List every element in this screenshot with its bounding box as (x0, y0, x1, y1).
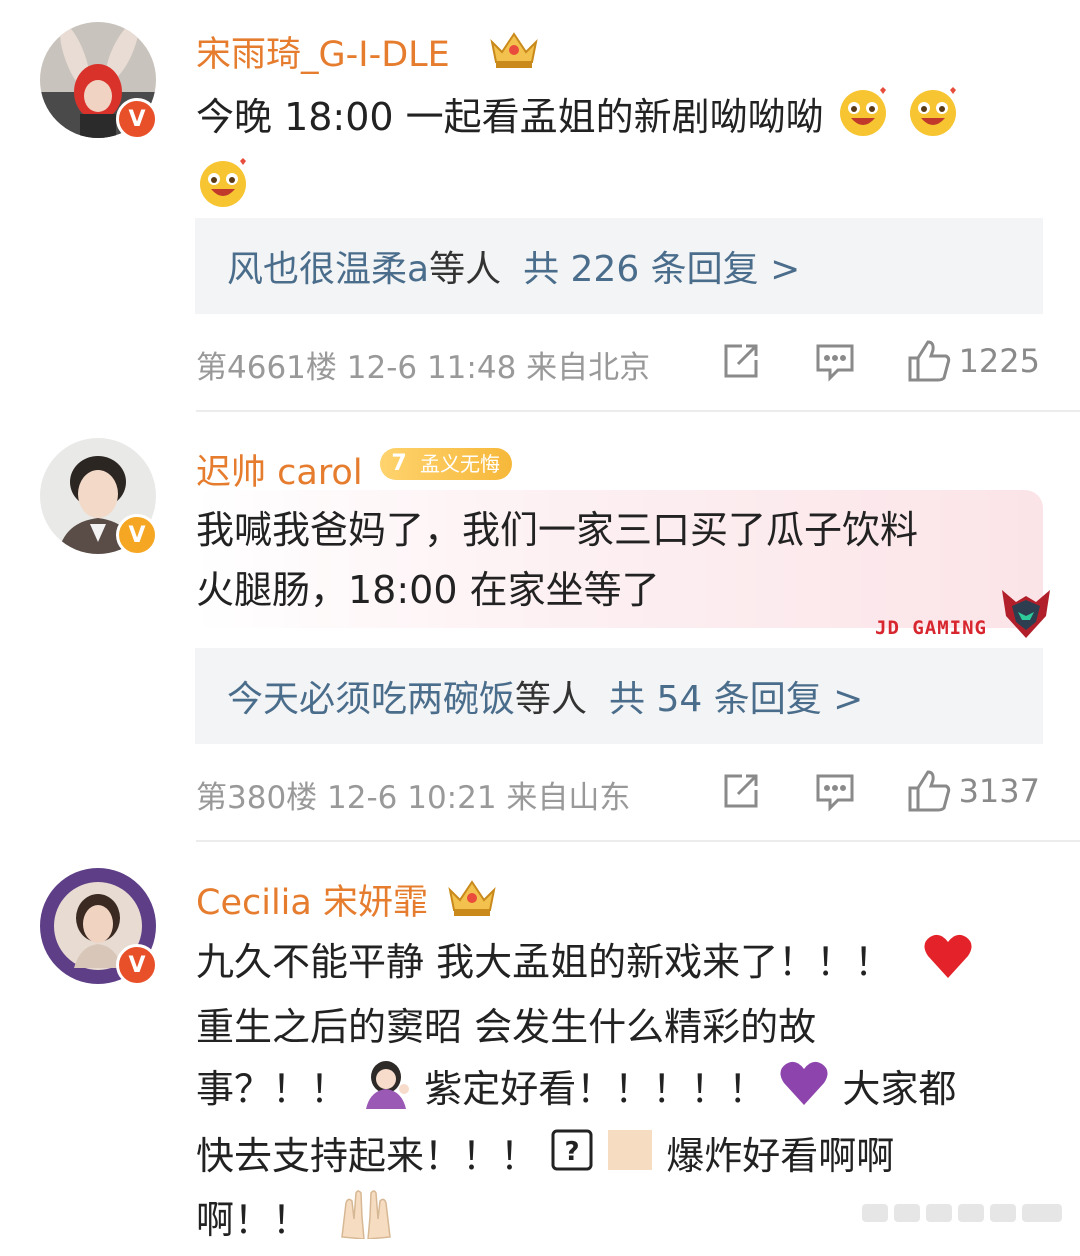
jd-gaming-logo-icon (996, 586, 1056, 646)
heart-eyes-emoji-icon (836, 84, 890, 155)
avatar[interactable]: V (40, 438, 158, 556)
username[interactable]: 宋雨琦_G-I-DLE (196, 26, 450, 77)
like-count: 3137 (958, 772, 1040, 810)
reply-summary[interactable]: 风也很温柔a等人共 226 条回复 > (195, 218, 1043, 314)
fan-tag-text: 孟义无悔 (420, 452, 500, 476)
verified-badge-icon: V (116, 944, 158, 986)
person-tipping-hand-emoji-icon (360, 1057, 412, 1126)
share-icon[interactable] (720, 340, 762, 386)
reply-count-link[interactable]: 共 226 条回复 > (523, 249, 800, 290)
comment-icon[interactable] (814, 340, 856, 386)
comment-icon[interactable] (814, 770, 856, 816)
svg-text:?: ? (565, 1137, 580, 1167)
divider (196, 410, 1080, 412)
floor-time-location: 第380楼 12-6 10:21 来自山东 (196, 780, 631, 816)
divider (196, 840, 1080, 842)
avatar[interactable]: V (40, 868, 158, 986)
floor-time-location: 第4661楼 12-6 11:48 来自北京 (196, 350, 651, 386)
heart-eyes-emoji-icon (196, 155, 250, 226)
avatar[interactable]: V (40, 22, 158, 140)
username[interactable]: 迟帅 carol (196, 444, 363, 495)
comment-meta: 第380楼 12-6 10:21 来自山东 3137 (196, 768, 1042, 818)
unknown-char-icon: ? (550, 1128, 594, 1189)
crown-badge-icon (486, 28, 542, 74)
fan-tag: 7 孟义无悔 (380, 448, 512, 480)
like-icon[interactable] (906, 768, 952, 818)
jd-gaming-watermark: JD GAMING (875, 617, 987, 639)
share-icon[interactable] (720, 770, 762, 816)
username[interactable]: Cecilia 宋妍霏 (196, 874, 428, 925)
verified-badge-icon: V (116, 98, 158, 140)
crown-badge-icon (444, 876, 500, 922)
like-count: 1225 (958, 342, 1040, 380)
reply-suffix: 等人 (515, 679, 588, 720)
reply-names[interactable]: 风也很温柔a (227, 249, 429, 290)
comment-meta: 第4661楼 12-6 11:48 来自北京 1225 (196, 338, 1042, 388)
reply-names[interactable]: 今天必须吃两碗饭 (227, 679, 515, 720)
raising-hands-emoji-icon (338, 1189, 394, 1256)
comment-text: 我喊我爸妈了，我们一家三口买了瓜子饮料 火腿肠，18:00 在家坐等了 (196, 508, 919, 612)
skin-tone-swatch-icon (606, 1128, 654, 1189)
red-heart-emoji-icon (922, 932, 974, 997)
comment-text: 今晚 18:00 一起看孟姐的新剧呦呦呦 (196, 84, 1016, 226)
heart-eyes-emoji-icon (906, 84, 960, 155)
reply-count-link[interactable]: 共 54 条回复 > (609, 679, 863, 720)
fan-level: 7 (391, 451, 407, 476)
verified-badge-icon: V (116, 514, 158, 556)
reply-summary[interactable]: 今天必须吃两碗饭等人共 54 条回复 > (195, 648, 1043, 744)
purple-heart-emoji-icon (778, 1059, 830, 1124)
like-icon[interactable] (906, 338, 952, 388)
reply-suffix: 等人 (429, 249, 502, 290)
watermark-bar (862, 1198, 1070, 1228)
